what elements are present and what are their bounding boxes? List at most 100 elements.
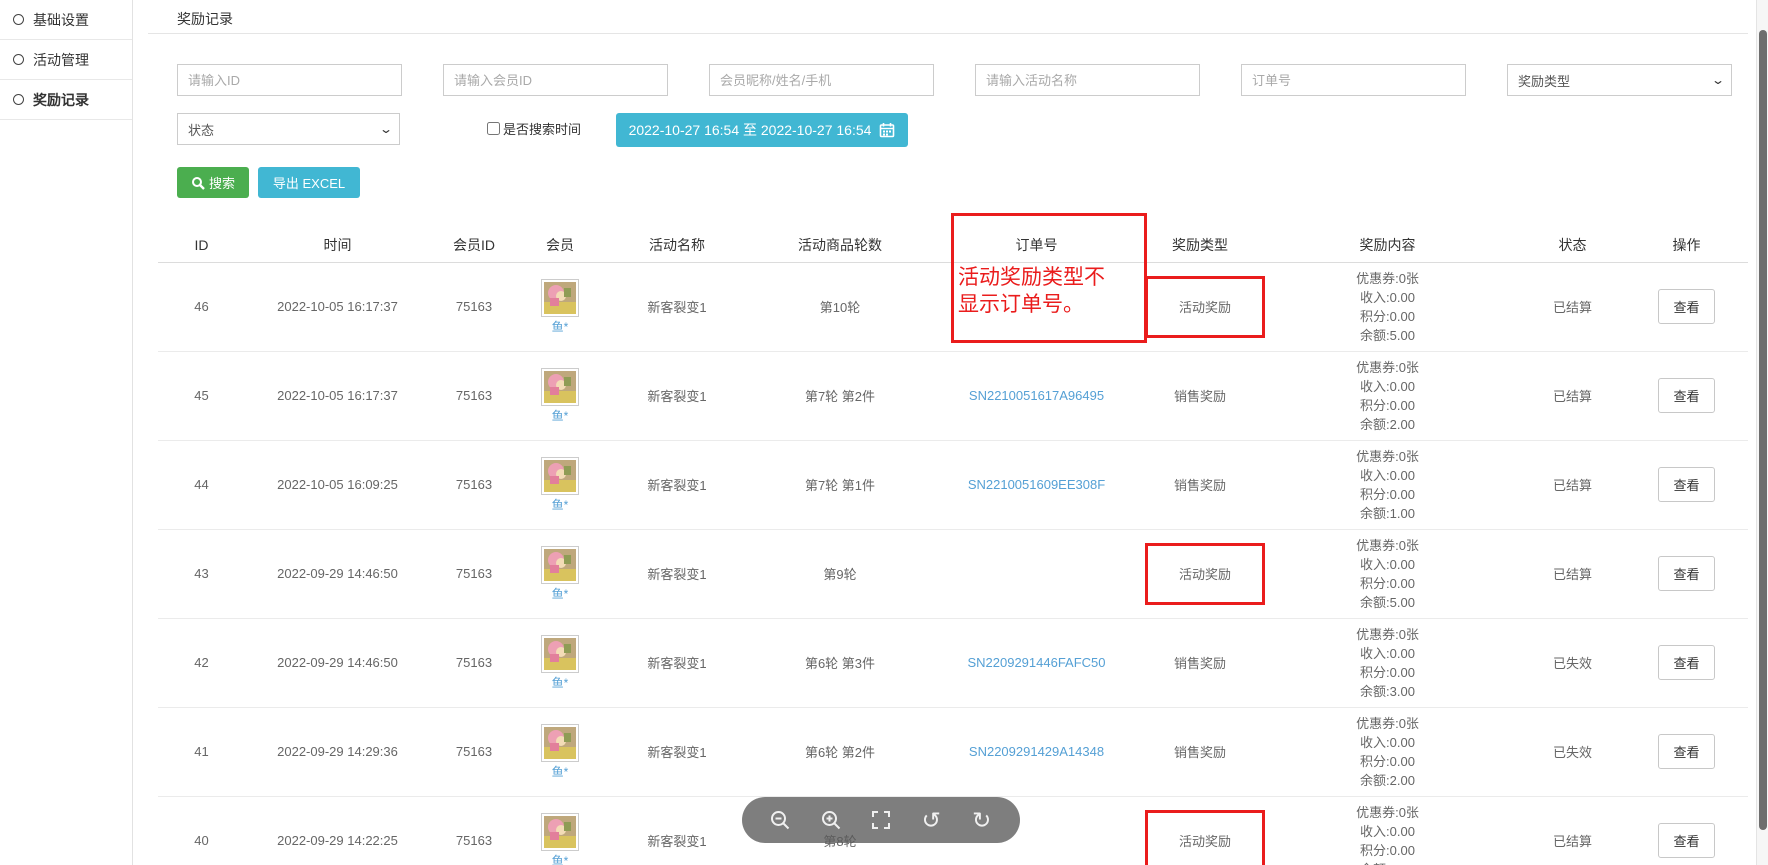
order-no-link[interactable]: SN2210051609EE308F: [968, 477, 1105, 492]
sidebar: 基础设置 活动管理 奖励记录: [0, 0, 133, 865]
cell-member: 鱼*: [518, 529, 602, 618]
cell-reward-type: 销售奖励: [1145, 440, 1255, 529]
column-header: 状态: [1520, 228, 1625, 262]
member-nickname-link[interactable]: 鱼*: [552, 674, 569, 691]
reward-content-lines: 优惠券:0张收入:0.00积分:0.00余额:2.00: [1255, 714, 1520, 790]
cell-member: 鱼*: [518, 618, 602, 707]
cell-order-no: [928, 529, 1145, 618]
date-range-button[interactable]: 2022-10-27 16:54 至 2022-10-27 16:54: [616, 113, 908, 147]
view-button[interactable]: 查看: [1658, 823, 1714, 858]
view-button[interactable]: 查看: [1658, 378, 1714, 413]
member-avatar[interactable]: [541, 279, 579, 317]
table-row: 45 2022-10-05 16:17:37 75163: [158, 351, 1748, 440]
scrollbar-track[interactable]: [1756, 0, 1768, 865]
sidebar-item-label: 活动管理: [33, 50, 89, 70]
member-nickname-link[interactable]: 鱼*: [552, 852, 569, 865]
view-button[interactable]: 查看: [1658, 556, 1714, 591]
radio-circle-icon: [13, 14, 24, 25]
cell-action: 查看: [1625, 262, 1748, 351]
cell-member: 鱼*: [518, 796, 602, 865]
cell-activity-name: 新客裂变1: [602, 351, 752, 440]
order-no-link[interactable]: SN2210051617A96495: [969, 388, 1104, 403]
cell-activity-name: 新客裂变1: [602, 440, 752, 529]
column-header: 操作: [1625, 228, 1748, 262]
date-range-text: 2022-10-27 16:54 至 2022-10-27 16:54: [629, 120, 872, 140]
view-button[interactable]: 查看: [1658, 467, 1714, 502]
column-header: 活动名称: [602, 228, 752, 262]
sidebar-item-basic-settings[interactable]: 基础设置: [0, 0, 132, 40]
cell-member-id: 75163: [430, 262, 518, 351]
cell-order-no: SN2210051609EE308F: [928, 440, 1145, 529]
reward-content-lines: 优惠券:0张收入:0.00积分:0.00余额:3.00: [1255, 625, 1520, 701]
member-nickname-link[interactable]: 鱼*: [552, 763, 569, 780]
activity-name-input[interactable]: [975, 64, 1200, 96]
member-avatar[interactable]: [541, 546, 579, 584]
reward-content-lines: 优惠券:0张收入:0.00积分:0.00余额:5.00: [1255, 536, 1520, 612]
member-nickname-link[interactable]: 鱼*: [552, 318, 569, 335]
cell-round: 第7轮 第1件: [752, 440, 928, 529]
radio-circle-icon: [13, 94, 24, 105]
view-button[interactable]: 查看: [1658, 289, 1714, 324]
cell-member-id: 75163: [430, 351, 518, 440]
zoom-in-icon[interactable]: [819, 808, 843, 832]
cell-order-no: SN2209291429A14348: [928, 707, 1145, 796]
member-avatar[interactable]: [541, 724, 579, 762]
order-no-link[interactable]: SN2209291429A14348: [969, 744, 1104, 759]
cell-member-id: 75163: [430, 618, 518, 707]
rotate-left-icon[interactable]: ↺: [919, 808, 943, 832]
cell-reward-content: 优惠券:0张收入:0.00积分:0.00余额:5.00: [1255, 796, 1520, 865]
avatar-image: [544, 282, 576, 314]
cell-time: 2022-10-05 16:17:37: [245, 351, 430, 440]
sidebar-item-label: 基础设置: [33, 10, 89, 30]
member-avatar[interactable]: [541, 813, 579, 851]
cell-member-id: 75163: [430, 440, 518, 529]
reward-type-text: 活动奖励: [1145, 276, 1265, 338]
cell-member: 鱼*: [518, 440, 602, 529]
sidebar-item-reward-records[interactable]: 奖励记录: [0, 80, 132, 120]
cell-order-no: [928, 262, 1145, 351]
id-input[interactable]: [177, 64, 402, 96]
reward-type-text: 销售奖励: [1145, 386, 1255, 405]
zoom-out-icon[interactable]: [768, 808, 792, 832]
cell-id: 41: [158, 707, 245, 796]
cell-activity-name: 新客裂变1: [602, 262, 752, 351]
member-avatar[interactable]: [541, 368, 579, 406]
cell-action: 查看: [1625, 707, 1748, 796]
member-info-input[interactable]: [709, 64, 934, 96]
view-button[interactable]: 查看: [1658, 645, 1714, 680]
member-nickname-link[interactable]: 鱼*: [552, 407, 569, 424]
cell-round: 第9轮: [752, 529, 928, 618]
search-button[interactable]: 搜索: [177, 167, 249, 198]
cell-action: 查看: [1625, 796, 1748, 865]
sidebar-item-label: 奖励记录: [33, 90, 89, 110]
reward-content-lines: 优惠券:0张收入:0.00积分:0.00余额:5.00: [1255, 269, 1520, 345]
sidebar-item-activity-management[interactable]: 活动管理: [0, 40, 132, 80]
member-nickname-link[interactable]: 鱼*: [552, 496, 569, 513]
rotate-right-icon[interactable]: ↻: [970, 808, 994, 832]
cell-activity-name: 新客裂变1: [602, 529, 752, 618]
divider: [148, 33, 1748, 34]
order-no-input[interactable]: [1241, 64, 1466, 96]
member-avatar[interactable]: [541, 635, 579, 673]
cell-activity-name: 新客裂变1: [602, 796, 752, 865]
reward-type-text: 活动奖励: [1145, 810, 1265, 865]
member-id-input[interactable]: [443, 64, 668, 96]
order-no-link[interactable]: SN2209291446FAFC50: [967, 655, 1105, 670]
member-nickname-link[interactable]: 鱼*: [552, 585, 569, 602]
export-excel-button[interactable]: 导出 EXCEL: [258, 167, 360, 198]
search-time-checkbox[interactable]: [487, 122, 500, 135]
reward-type-text: 活动奖励: [1145, 543, 1265, 605]
fullscreen-icon[interactable]: [869, 808, 893, 832]
reward-content-lines: 优惠券:0张收入:0.00积分:0.00余额:1.00: [1255, 447, 1520, 523]
status-select[interactable]: 状态 ⌄: [177, 113, 400, 145]
member-avatar[interactable]: [541, 457, 579, 495]
cell-round: 第7轮 第2件: [752, 351, 928, 440]
cell-round: 第6轮 第2件: [752, 707, 928, 796]
cell-status: 已失效: [1520, 707, 1625, 796]
view-button[interactable]: 查看: [1658, 734, 1714, 769]
scrollbar-thumb[interactable]: [1759, 30, 1767, 830]
cell-reward-content: 优惠券:0张收入:0.00积分:0.00余额:2.00: [1255, 707, 1520, 796]
chevron-down-icon: ⌄: [379, 122, 393, 136]
reward-type-select-value: 奖励类型: [1518, 71, 1570, 90]
reward-type-select[interactable]: 奖励类型 ⌄: [1507, 64, 1732, 96]
